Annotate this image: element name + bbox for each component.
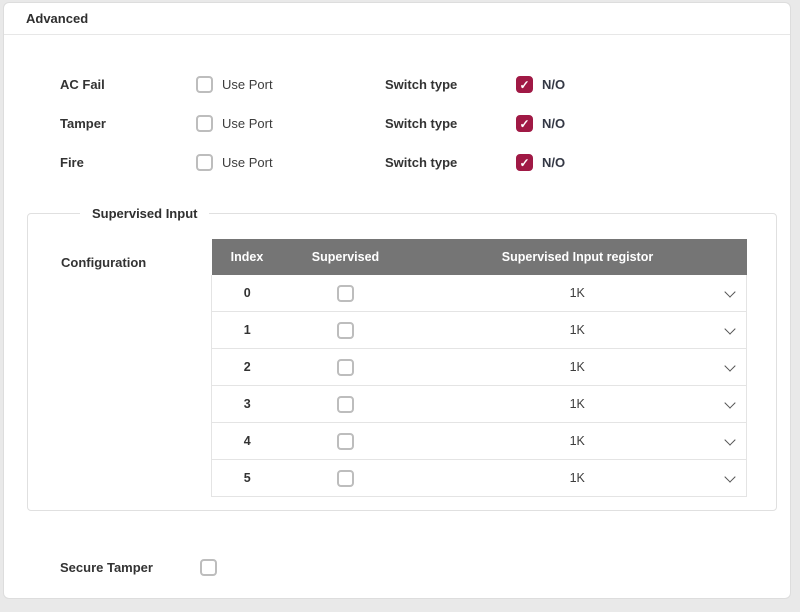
- secure-tamper-checkbox[interactable]: [200, 559, 217, 576]
- registor-value: 1K: [570, 471, 585, 485]
- index-cell: 3: [212, 386, 283, 423]
- chevron-down-icon: [724, 286, 735, 297]
- use-port-label: Use Port: [222, 116, 273, 131]
- registor-value: 1K: [570, 397, 585, 411]
- table-row: 2 1K: [212, 349, 747, 386]
- supervised-table-wrap: Index Supervised Supervised Input regist…: [211, 239, 747, 497]
- index-cell: 0: [212, 275, 283, 312]
- chevron-down-icon: [724, 397, 735, 408]
- port-row-tamper: Tamper Use Port Switch type N/O: [4, 104, 790, 143]
- index-cell: 2: [212, 349, 283, 386]
- use-port-checkbox[interactable]: [196, 76, 213, 93]
- switch-type-label: Switch type: [385, 77, 516, 92]
- switch-value-label: N/O: [542, 155, 565, 170]
- configuration-label: Configuration: [28, 239, 211, 497]
- index-cell: 5: [212, 460, 283, 497]
- switch-cell: N/O: [516, 76, 565, 93]
- switch-type-label: Switch type: [385, 155, 516, 170]
- switch-value-label: N/O: [542, 77, 565, 92]
- table-row: 5 1K: [212, 460, 747, 497]
- registor-select[interactable]: 1K: [409, 386, 747, 422]
- supervised-checkbox[interactable]: [337, 433, 354, 450]
- supervised-checkbox[interactable]: [337, 322, 354, 339]
- supervised-checkbox[interactable]: [337, 470, 354, 487]
- supervised-table: Index Supervised Supervised Input regist…: [211, 239, 747, 497]
- supervised-input-legend: Supervised Input: [80, 206, 209, 221]
- panel-content: AC Fail Use Port Switch type N/O Tamper …: [4, 35, 790, 587]
- chevron-down-icon: [724, 471, 735, 482]
- configuration-row: Configuration Index Supervised Supervise…: [28, 239, 776, 497]
- switch-no-checkbox[interactable]: [516, 76, 533, 93]
- header-registor: Supervised Input registor: [409, 239, 747, 275]
- fire-label: Fire: [60, 155, 196, 170]
- switch-cell: N/O: [516, 115, 565, 132]
- tamper-label: Tamper: [60, 116, 196, 131]
- registor-select[interactable]: 1K: [409, 275, 747, 311]
- chevron-down-icon: [724, 434, 735, 445]
- registor-select[interactable]: 1K: [409, 423, 747, 459]
- table-row: 0 1K: [212, 275, 747, 312]
- registor-value: 1K: [570, 286, 585, 300]
- supervised-input-fieldset: Supervised Input Configuration Index Sup…: [27, 206, 777, 511]
- use-port-cell: Use Port: [196, 154, 385, 171]
- switch-no-checkbox[interactable]: [516, 154, 533, 171]
- secure-tamper-label: Secure Tamper: [60, 560, 200, 575]
- registor-value: 1K: [570, 323, 585, 337]
- index-cell: 4: [212, 423, 283, 460]
- registor-select[interactable]: 1K: [409, 460, 747, 496]
- registor-value: 1K: [570, 360, 585, 374]
- table-row: 1 1K: [212, 312, 747, 349]
- secure-tamper-row: Secure Tamper: [4, 548, 790, 587]
- switch-cell: N/O: [516, 154, 565, 171]
- table-row: 3 1K: [212, 386, 747, 423]
- use-port-cell: Use Port: [196, 115, 385, 132]
- table-row: 4 1K: [212, 423, 747, 460]
- use-port-label: Use Port: [222, 77, 273, 92]
- header-supervised: Supervised: [283, 239, 409, 275]
- chevron-down-icon: [724, 360, 735, 371]
- panel-title: Advanced: [26, 11, 88, 26]
- use-port-checkbox[interactable]: [196, 154, 213, 171]
- table-header-row: Index Supervised Supervised Input regist…: [212, 239, 747, 275]
- switch-type-label: Switch type: [385, 116, 516, 131]
- index-cell: 1: [212, 312, 283, 349]
- panel-header: Advanced: [4, 3, 790, 35]
- supervised-checkbox[interactable]: [337, 285, 354, 302]
- port-row-fire: Fire Use Port Switch type N/O: [4, 143, 790, 182]
- ac-fail-label: AC Fail: [60, 77, 196, 92]
- switch-value-label: N/O: [542, 116, 565, 131]
- supervised-checkbox[interactable]: [337, 359, 354, 376]
- header-index: Index: [212, 239, 283, 275]
- switch-no-checkbox[interactable]: [516, 115, 533, 132]
- registor-select[interactable]: 1K: [409, 349, 747, 385]
- registor-select[interactable]: 1K: [409, 312, 747, 348]
- port-row-ac-fail: AC Fail Use Port Switch type N/O: [4, 65, 790, 104]
- use-port-checkbox[interactable]: [196, 115, 213, 132]
- registor-value: 1K: [570, 434, 585, 448]
- advanced-panel: Advanced AC Fail Use Port Switch type N/…: [3, 2, 791, 599]
- chevron-down-icon: [724, 323, 735, 334]
- supervised-checkbox[interactable]: [337, 396, 354, 413]
- use-port-cell: Use Port: [196, 76, 385, 93]
- use-port-label: Use Port: [222, 155, 273, 170]
